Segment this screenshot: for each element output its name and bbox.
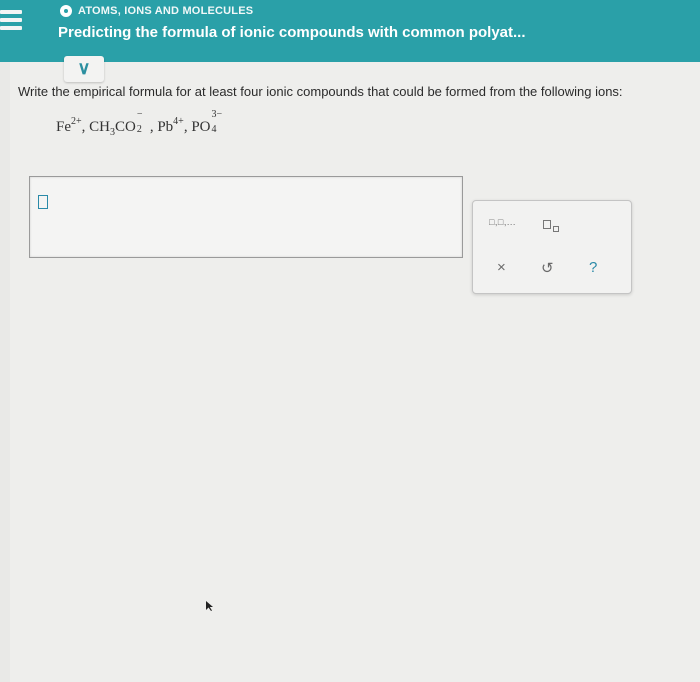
ion-pb: Pb4+ xyxy=(157,116,184,135)
subscript-icon xyxy=(543,217,559,232)
expand-header-button[interactable]: ∨ xyxy=(64,56,104,82)
undo-button[interactable]: ↺ xyxy=(541,259,554,277)
ion-po: PO 3− 4 xyxy=(191,109,223,135)
ion-fe: Fe2+ xyxy=(56,116,82,135)
math-toolbar: □,□,... × ↺ ? xyxy=(472,200,632,294)
separator-button[interactable]: □,□,... xyxy=(489,217,516,227)
question-area xyxy=(10,62,700,682)
separator-icon: □,□,... xyxy=(489,217,516,227)
clear-button[interactable]: × xyxy=(497,259,506,276)
topic-row: ATOMS, IONS AND MOLECULES xyxy=(60,5,253,17)
topic-label: ATOMS, IONS AND MOLECULES xyxy=(78,5,254,17)
mouse-pointer-icon xyxy=(206,601,213,611)
help-button[interactable]: ? xyxy=(589,259,597,276)
help-icon: ? xyxy=(589,259,598,276)
answer-input[interactable] xyxy=(29,176,463,258)
lesson-title: Predicting the formula of ionic compound… xyxy=(58,24,526,41)
hamburger-menu-icon[interactable] xyxy=(0,6,24,36)
undo-icon: ↺ xyxy=(541,260,554,277)
top-header: ATOMS, IONS AND MOLECULES Predicting the… xyxy=(0,0,700,62)
ion-list: Fe2+, CH3CO −2, Pb4+, PO 3− 4 xyxy=(56,109,225,138)
ion-acetate: CH3CO −2 xyxy=(89,109,143,138)
question-prompt: Write the empirical formula for at least… xyxy=(18,84,623,99)
chevron-down-icon: ∨ xyxy=(77,58,91,78)
subscript-button[interactable] xyxy=(543,217,559,232)
topic-status-icon xyxy=(60,5,72,17)
close-icon: × xyxy=(497,259,506,276)
input-cursor-box xyxy=(38,195,48,209)
